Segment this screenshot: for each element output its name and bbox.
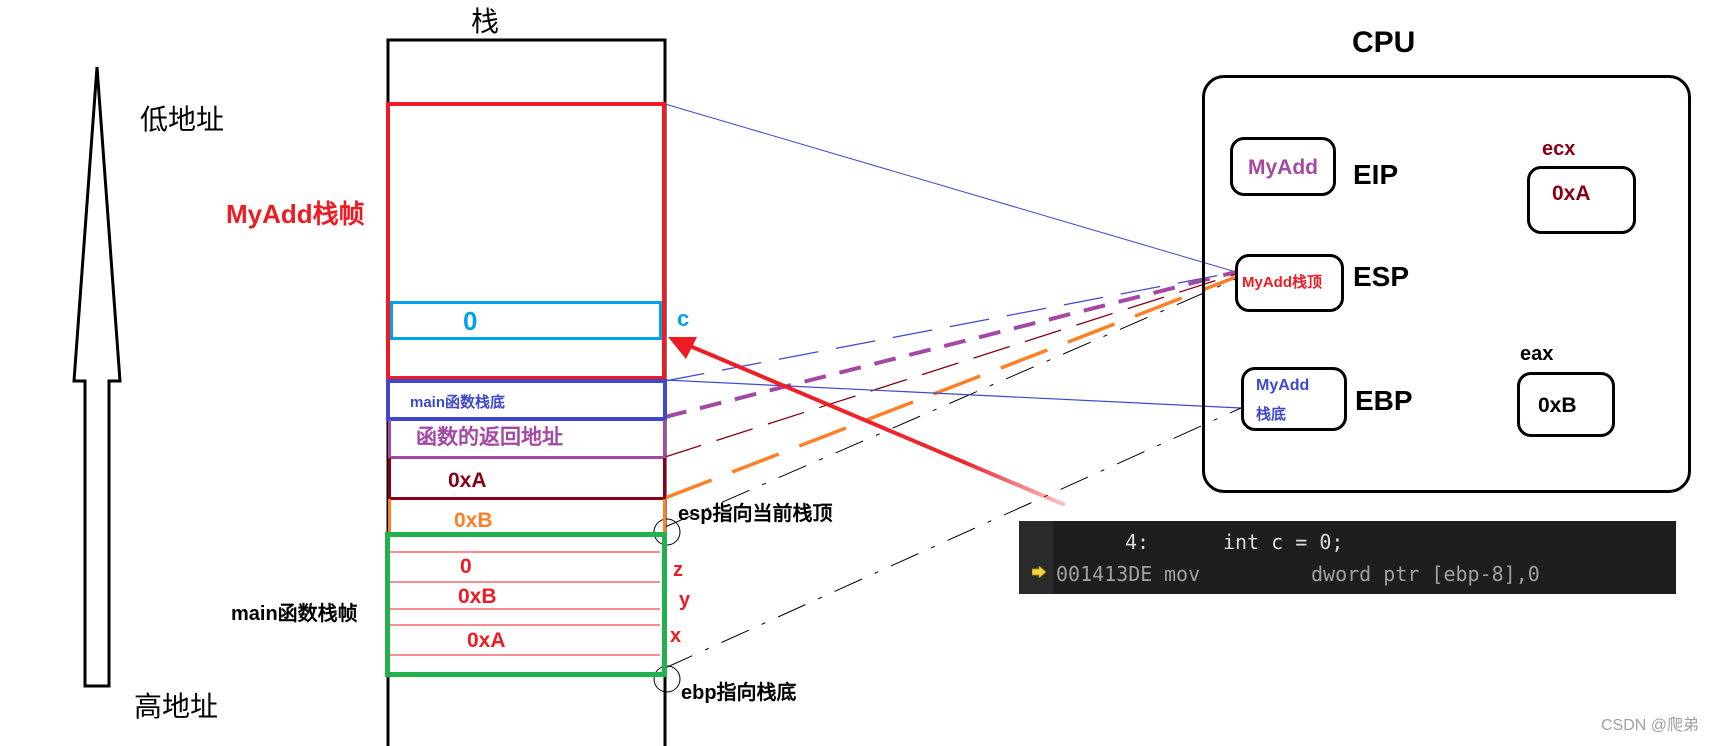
disassembly-panel: 4: int c = 0; 001413DE mov dword ptr [eb… bbox=[1019, 521, 1676, 594]
arg-b-cell: 0xB bbox=[388, 499, 666, 535]
ecx-register-value: 0xA bbox=[1552, 182, 1591, 205]
ecx-register-box: 0xA bbox=[1527, 166, 1636, 234]
return-address-cell: 函数的返回地址 bbox=[388, 420, 666, 459]
main-frame-label: main函数栈帧 bbox=[231, 603, 358, 625]
eip-register-box: MyAdd bbox=[1230, 137, 1336, 196]
ebp-register-value-line1: MyAdd bbox=[1256, 377, 1310, 394]
ebp-pointer-label: ebp指向栈底 bbox=[681, 682, 797, 704]
connector-arg-b-to-esp bbox=[664, 275, 1237, 500]
arg-a-value: 0xA bbox=[448, 469, 487, 492]
ebp-register-name: EBP bbox=[1355, 385, 1413, 416]
return-address-text: 函数的返回地址 bbox=[416, 426, 563, 449]
connector-return-addr-to-esp bbox=[664, 270, 1237, 419]
main-stack-frame bbox=[385, 532, 667, 677]
variable-c-label: c bbox=[677, 306, 690, 331]
esp-register-box: MyAdd栈顶 bbox=[1235, 254, 1344, 312]
instruction-operands: dword ptr [ebp-8],0 bbox=[1311, 562, 1540, 586]
connector-myadd-top-to-esp bbox=[664, 103, 1237, 273]
eax-register-box: 0xB bbox=[1517, 372, 1615, 437]
variable-x-label: x bbox=[670, 625, 682, 647]
variable-c-cell: 0 bbox=[390, 301, 662, 340]
watermark: CSDN @爬弟 bbox=[1601, 717, 1700, 734]
esp-register-value: MyAdd栈顶 bbox=[1242, 274, 1322, 291]
arg-b-value: 0xB bbox=[454, 509, 493, 532]
variable-y-label: y bbox=[679, 589, 691, 611]
instruction-mnemonic: mov bbox=[1164, 562, 1201, 586]
arg-a-cell: 0xA bbox=[388, 458, 666, 500]
eip-register-value: MyAdd bbox=[1248, 156, 1318, 179]
variable-x-value: 0xA bbox=[467, 629, 506, 652]
variable-z-value: 0 bbox=[460, 555, 472, 578]
myadd-frame-label: MyAdd栈帧 bbox=[226, 199, 365, 229]
cpu-title: CPU bbox=[1352, 26, 1416, 59]
low-address-label: 低地址 bbox=[140, 104, 225, 135]
high-address-label: 高地址 bbox=[134, 691, 219, 722]
instruction-address: 001413DE bbox=[1056, 562, 1153, 586]
instruction-pointer-arrow-icon bbox=[1031, 565, 1047, 579]
code-to-c-arrow-shaft bbox=[689, 344, 1066, 507]
eip-register-name: EIP bbox=[1353, 159, 1399, 190]
address-direction-arrow bbox=[72, 66, 122, 688]
esp-register-name: ESP bbox=[1353, 261, 1410, 292]
connector-main-base-to-esp bbox=[664, 271, 1237, 382]
ebp-register-value-line2: 栈底 bbox=[1256, 406, 1287, 423]
connector-arg-a-to-esp bbox=[664, 273, 1237, 458]
disassembly-gutter bbox=[1019, 521, 1053, 594]
variable-c-value: 0 bbox=[463, 306, 478, 336]
main-stack-base-text: main函数栈底 bbox=[410, 394, 506, 411]
eax-register-value: 0xB bbox=[1538, 394, 1577, 417]
stack-title: 栈 bbox=[471, 6, 500, 37]
ebp-register-box: MyAdd 栈底 bbox=[1241, 367, 1347, 431]
ecx-register-name: ecx bbox=[1542, 138, 1576, 160]
source-line-number: 4: bbox=[1125, 530, 1150, 554]
variable-z-label: z bbox=[673, 559, 683, 581]
variable-y-value: 0xB bbox=[458, 585, 497, 608]
eax-register-name: eax bbox=[1520, 343, 1554, 365]
esp-pointer-label: esp指向当前栈顶 bbox=[678, 503, 833, 525]
source-line-text: int c = 0; bbox=[1223, 530, 1344, 554]
main-stack-base-cell: main函数栈底 bbox=[386, 379, 667, 421]
